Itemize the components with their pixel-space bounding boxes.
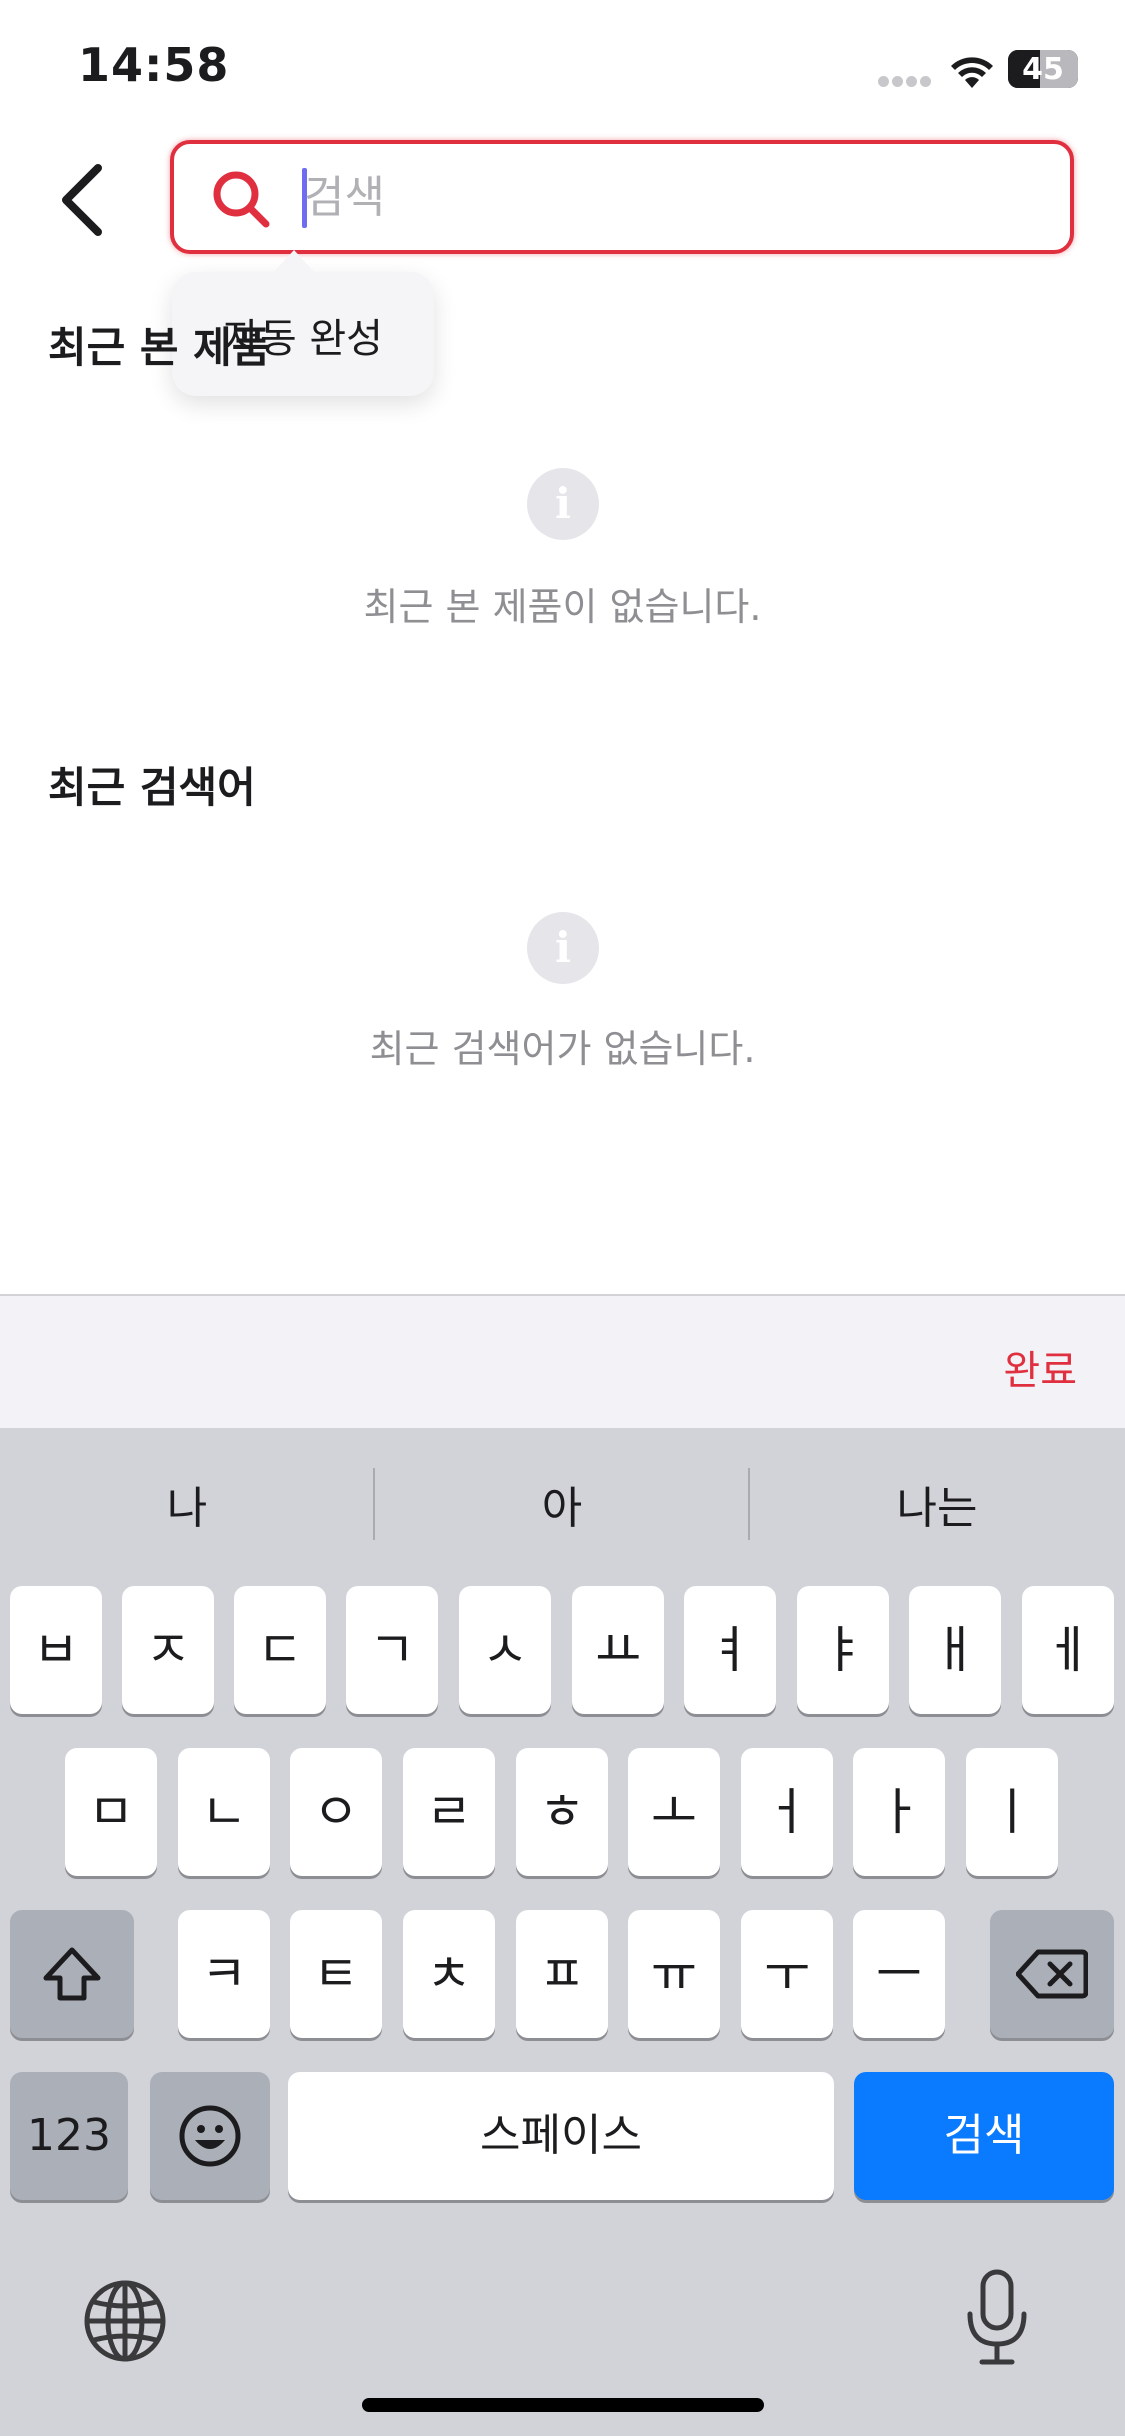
key[interactable]: ㅡ [853,1910,945,2038]
key[interactable]: ㅑ [797,1586,889,1714]
key[interactable]: ㅏ [853,1748,945,1876]
status-bar: 14:58 45 [0,0,1125,130]
done-button[interactable]: 완료 [1003,1338,1077,1396]
recent-search-empty-text: 최근 검색어가 없습니다. [369,1027,756,1071]
key[interactable]: ㅓ [741,1748,833,1876]
key[interactable]: ㅔ [1022,1586,1114,1714]
key[interactable]: ㅅ [459,1586,551,1714]
info-icon: i [527,912,599,984]
home-indicator [362,2398,764,2412]
key[interactable]: ㅐ [909,1586,1001,1714]
battery-icon: 45 [1008,50,1078,88]
key[interactable]: ㅛ [572,1586,664,1714]
key[interactable]: ㅍ [516,1910,608,2038]
info-icon: i [527,468,599,540]
recent-viewed-empty-text: 최근 본 제품이 없습니다. [363,585,762,629]
microphone-icon[interactable] [962,2268,1032,2368]
keyboard-accessory-bar: 완료 [0,1294,1125,1428]
space-key[interactable]: 스페이스 [288,2072,834,2200]
key[interactable]: ㅋ [178,1910,270,2038]
suggestion-bar: 나 아 나는 [0,1428,1125,1578]
battery-level: 45 [1022,52,1064,87]
keyboard: 나 아 나는 ㅂ ㅈ ㄷ ㄱ ㅅ ㅛ ㅕ ㅑ ㅐ ㅔ ㅁ ㄴ ㅇ ㄹ ㅎ ㅗ ㅓ… [0,1428,1125,2436]
chevron-left-icon [62,164,102,236]
cellular-signal-icon [878,72,936,87]
status-time: 14:58 [78,38,230,92]
emoji-key[interactable] [150,2072,270,2200]
key[interactable]: ㅠ [628,1910,720,2038]
key[interactable]: ㅁ [65,1748,157,1876]
recent-search-title: 최근 검색어 [48,763,256,812]
key[interactable]: ㄹ [403,1748,495,1876]
emoji-icon [179,2105,241,2167]
key[interactable]: ㄱ [346,1586,438,1714]
search-icon [213,171,270,228]
wifi-icon [951,57,993,88]
key[interactable]: ㄷ [234,1586,326,1714]
search-bar[interactable] [170,140,1074,254]
key[interactable]: ㅜ [741,1910,833,2038]
backspace-icon [1016,1949,1088,1999]
numbers-key[interactable]: 123 [10,2072,128,2200]
key[interactable]: ㅊ [403,1910,495,2038]
key[interactable]: ㄴ [178,1748,270,1876]
key[interactable]: ㅇ [290,1748,382,1876]
globe-icon[interactable] [82,2278,168,2364]
recent-viewed-title: 최근 본 제품 [48,323,271,372]
key[interactable]: ㅂ [10,1586,102,1714]
key[interactable]: ㅌ [290,1910,382,2038]
suggestion-item[interactable]: 나 [0,1472,374,1536]
search-key[interactable]: 검색 [854,2072,1114,2200]
suggestion-item[interactable]: 나는 [750,1472,1124,1536]
key[interactable]: ㅗ [628,1748,720,1876]
search-input[interactable] [304,154,1044,240]
key[interactable]: ㅣ [966,1748,1058,1876]
shift-icon [43,1947,101,2001]
back-button[interactable] [50,160,120,240]
key[interactable]: ㅈ [122,1586,214,1714]
key[interactable]: ㅎ [516,1748,608,1876]
suggestion-item[interactable]: 아 [375,1472,749,1536]
key[interactable]: ㅕ [684,1586,776,1714]
shift-key[interactable] [10,1910,134,2038]
delete-key[interactable] [990,1910,1114,2038]
